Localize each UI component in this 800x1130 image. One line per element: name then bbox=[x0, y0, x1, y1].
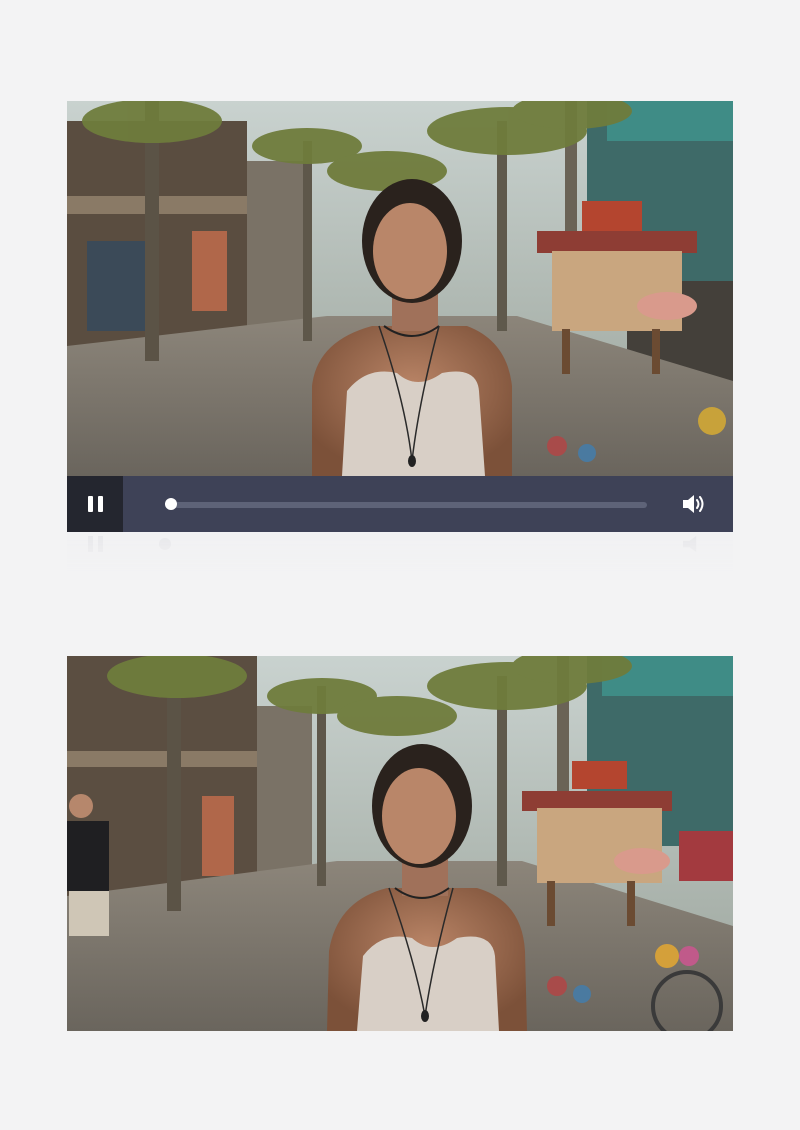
volume-icon bbox=[683, 495, 704, 513]
player-controls bbox=[67, 476, 733, 532]
progress-bar[interactable] bbox=[165, 498, 647, 510]
page bbox=[0, 0, 800, 1130]
volume-button[interactable] bbox=[681, 492, 707, 516]
progress-thumb[interactable] bbox=[165, 498, 177, 510]
play-pause-button[interactable] bbox=[67, 476, 123, 532]
still-image-frame bbox=[67, 656, 733, 1031]
video-frame[interactable] bbox=[67, 101, 733, 476]
video-scene bbox=[67, 101, 733, 476]
progress-track bbox=[165, 502, 647, 508]
player-reflection bbox=[67, 532, 733, 572]
pause-icon bbox=[87, 496, 103, 512]
still-scene bbox=[67, 656, 733, 1031]
